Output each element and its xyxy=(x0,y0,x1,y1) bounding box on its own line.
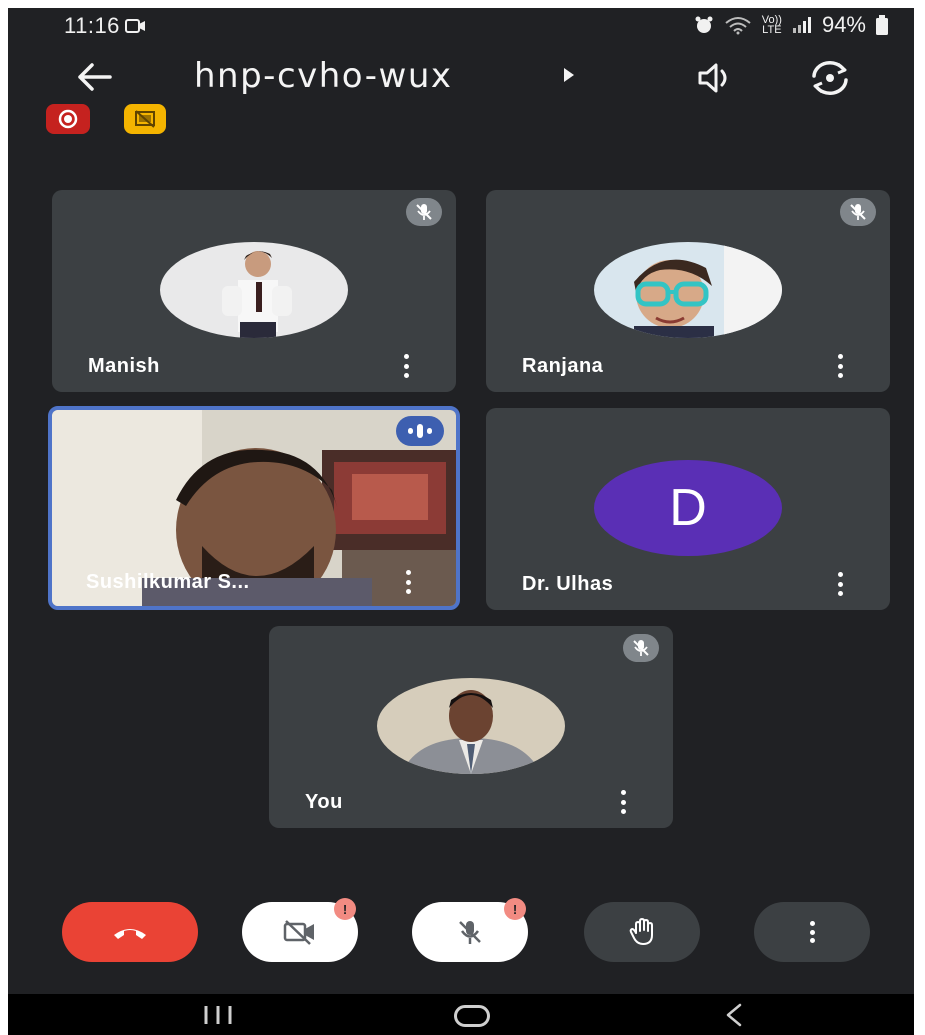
home-icon[interactable] xyxy=(454,1005,490,1027)
volte-line2: LTE xyxy=(762,24,782,36)
system-nav-bar xyxy=(8,994,914,1035)
mic-toggle-button[interactable]: ! xyxy=(412,898,528,962)
record-icon xyxy=(58,109,78,129)
participant-name: You xyxy=(305,791,343,813)
battery-percent: 94% xyxy=(821,12,866,37)
participant-tile-manish[interactable]: Manish xyxy=(52,190,456,392)
camera-alert-badge: ! xyxy=(334,898,356,920)
participant-name: Sushilkumar S... xyxy=(86,571,250,593)
speaker-icon[interactable] xyxy=(696,60,736,96)
recent-apps-icon[interactable] xyxy=(198,1002,238,1028)
raise-hand-icon xyxy=(629,918,653,945)
avatar-letter: D xyxy=(594,460,782,556)
status-bar: 11:16 Vo)) LTE 94% xyxy=(8,8,914,42)
more-options-icon[interactable] xyxy=(400,354,412,378)
avatar xyxy=(377,678,565,774)
video-recording-icon xyxy=(125,19,145,33)
meeting-header: hnp-cvho-wux xyxy=(8,48,914,104)
mic-alert-badge: ! xyxy=(504,898,526,920)
back-arrow-icon[interactable] xyxy=(74,60,114,94)
meeting-code[interactable]: hnp-cvho-wux xyxy=(194,56,453,96)
battery-icon xyxy=(876,15,888,35)
more-options-icon[interactable] xyxy=(834,572,846,596)
participant-tile-sushilkumar[interactable]: Sushilkumar S... xyxy=(48,406,460,610)
volte-icon: Vo)) LTE xyxy=(762,15,782,36)
recording-badge[interactable] xyxy=(46,104,90,134)
mic-off-icon xyxy=(406,198,442,226)
caret-right-icon[interactable] xyxy=(564,68,574,82)
more-vert-icon xyxy=(806,921,818,943)
participant-name: Dr. Ulhas xyxy=(522,573,614,595)
signal-icon xyxy=(792,17,811,33)
alarm-icon xyxy=(695,16,713,33)
participant-tile-you[interactable]: You xyxy=(269,626,673,828)
more-options-icon[interactable] xyxy=(834,354,846,378)
speaking-indicator-icon xyxy=(396,416,444,446)
participant-tile-dr-ulhas[interactable]: D Dr. Ulhas xyxy=(486,408,890,610)
mic-off-icon xyxy=(623,634,659,662)
participant-name: Ranjana xyxy=(522,355,604,377)
camera-toggle-button[interactable]: ! xyxy=(242,898,358,962)
more-options-button[interactable] xyxy=(754,902,870,962)
more-options-icon[interactable] xyxy=(402,570,414,594)
back-icon[interactable] xyxy=(722,1002,748,1028)
mic-off-icon xyxy=(840,198,876,226)
end-call-icon xyxy=(114,929,146,939)
avatar xyxy=(160,242,348,338)
raise-hand-button[interactable] xyxy=(584,902,700,962)
camera-off-icon xyxy=(283,920,314,945)
meet-screen: 11:16 Vo)) LTE 94% hnp-cvho-wux Manish R… xyxy=(8,8,914,1035)
presentation-badge[interactable] xyxy=(124,104,166,134)
end-call-button[interactable] xyxy=(62,902,198,962)
avatar xyxy=(594,242,782,338)
mic-off-icon xyxy=(459,921,481,944)
more-options-icon[interactable] xyxy=(617,790,629,814)
present-off-icon xyxy=(135,110,155,128)
wifi-icon xyxy=(725,17,751,35)
status-time: 11:16 xyxy=(64,13,120,38)
status-icons: Vo)) LTE 94% xyxy=(694,12,888,38)
switch-camera-icon[interactable] xyxy=(808,58,852,98)
participant-name: Manish xyxy=(88,355,160,377)
participant-tile-ranjana[interactable]: Ranjana xyxy=(486,190,890,392)
